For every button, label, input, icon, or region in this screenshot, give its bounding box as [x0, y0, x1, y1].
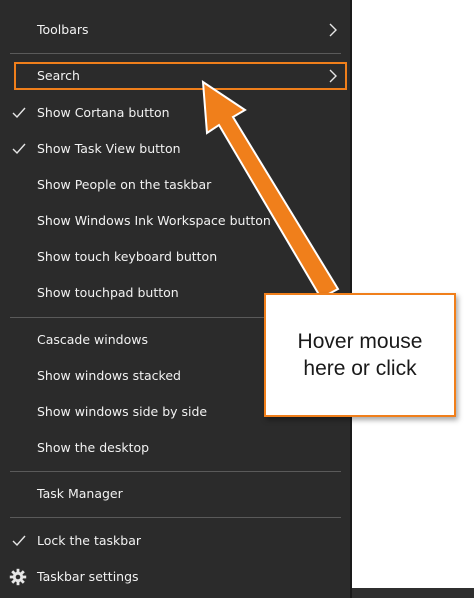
- chevron-right-icon: [329, 23, 337, 37]
- menu-item-show-desktop[interactable]: Show the desktop: [0, 432, 350, 464]
- checkmark-icon: [12, 143, 26, 155]
- menu-item-label: Toolbars: [37, 22, 89, 37]
- menu-item-label: Cascade windows: [37, 332, 148, 347]
- menu-item-show-touch-keyboard[interactable]: Show touch keyboard button: [0, 241, 350, 273]
- menu-item-taskbar-settings[interactable]: Taskbar settings: [0, 561, 350, 593]
- menu-item-label: Show Cortana button: [37, 105, 170, 120]
- menu-item-show-task-view-button[interactable]: Show Task View button: [0, 133, 350, 165]
- menu-item-label: Show Windows Ink Workspace button: [37, 213, 271, 228]
- callout-text: Hover mouse here or click: [297, 330, 423, 380]
- menu-item-show-windows-ink[interactable]: Show Windows Ink Workspace button: [0, 205, 350, 237]
- menu-item-label: Show windows side by side: [37, 404, 208, 419]
- menu-item-label: Show touchpad button: [37, 285, 179, 300]
- menu-item-label: Show the desktop: [37, 440, 150, 455]
- menu-item-label: Show touch keyboard button: [37, 249, 218, 264]
- taskbar-strip: [352, 588, 474, 598]
- menu-item-label: Show Task View button: [37, 141, 181, 156]
- annotation-callout: Hover mouse here or click: [264, 293, 456, 417]
- menu-item-show-people[interactable]: Show People on the taskbar: [0, 169, 350, 201]
- menu-separator: [10, 471, 341, 472]
- menu-item-task-manager[interactable]: Task Manager: [0, 478, 350, 510]
- menu-separator: [10, 517, 341, 518]
- menu-separator: [10, 53, 341, 54]
- menu-item-lock-taskbar[interactable]: Lock the taskbar: [0, 525, 350, 557]
- checkmark-icon: [12, 107, 26, 119]
- menu-item-label: Lock the taskbar: [37, 533, 142, 548]
- menu-item-label: Task Manager: [37, 486, 123, 501]
- checkmark-icon: [12, 535, 26, 547]
- gear-icon: [9, 568, 27, 586]
- menu-item-toolbars[interactable]: Toolbars: [0, 14, 350, 46]
- menu-item-label: Show windows stacked: [37, 368, 181, 383]
- search-highlight-box: [14, 62, 347, 90]
- menu-item-label: Taskbar settings: [37, 569, 139, 584]
- menu-item-show-cortana-button[interactable]: Show Cortana button: [0, 97, 350, 129]
- menu-item-label: Show People on the taskbar: [37, 177, 212, 192]
